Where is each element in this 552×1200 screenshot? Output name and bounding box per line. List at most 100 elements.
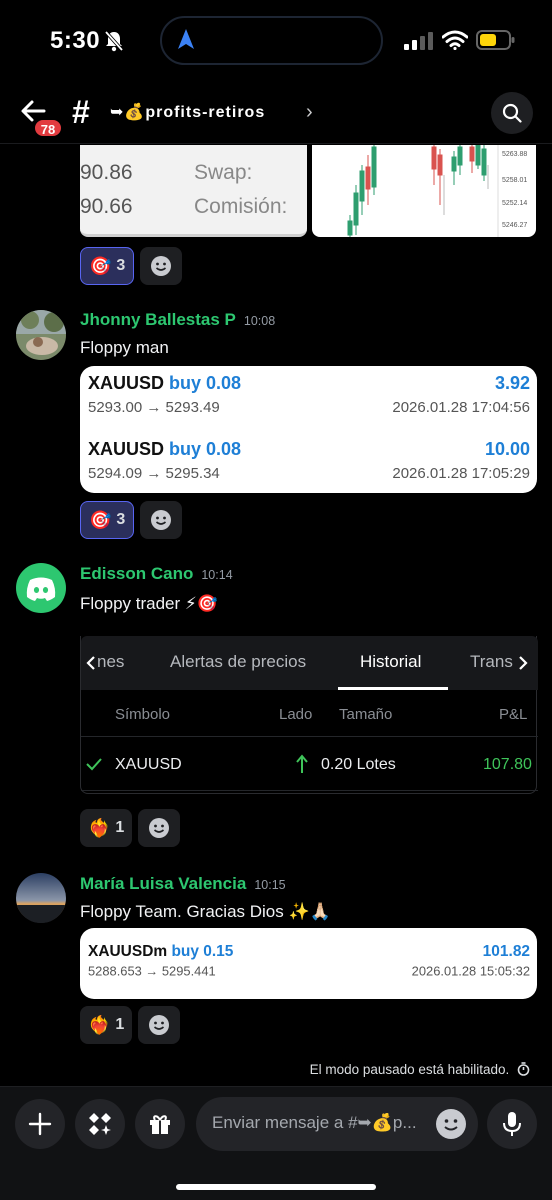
trade-pnl: 10.00 (484, 439, 530, 459)
row-symbol: XAUUSD (115, 756, 182, 773)
symbol-label: XAUUSD (88, 373, 165, 393)
tab-history: Historial (360, 652, 422, 671)
add-reaction-button[interactable] (140, 501, 183, 539)
attachment-value: 90.66 (80, 195, 133, 218)
arrow-up-icon (296, 754, 308, 773)
target-emoji-icon: 🎯 (89, 256, 112, 276)
column-pnl: P&L (499, 706, 528, 723)
add-reaction-button[interactable] (138, 809, 181, 847)
divider (81, 736, 538, 737)
microphone-icon (503, 1112, 521, 1136)
add-reaction-button[interactable] (138, 1006, 181, 1044)
reaction-count: 1 (115, 819, 125, 836)
trade-pnl: 101.82 (482, 942, 531, 960)
trade-prices: 5293.00 → 5293.49 (88, 399, 220, 416)
search-icon (502, 103, 522, 123)
chart-tick-label: 5252.14 (502, 200, 528, 207)
add-attachment-button[interactable] (15, 1099, 65, 1149)
symbol-label: XAUUSDm (88, 942, 168, 960)
trade-card-image[interactable]: XAUUSD buy 0.08 3.92 5293.00 → 5293.49 2… (80, 366, 537, 493)
channel-hash-icon: # (72, 94, 90, 130)
apps-button[interactable] (75, 1099, 125, 1149)
attachment-key: Swap: (194, 161, 253, 184)
tab-price-alerts: Alertas de precios (170, 652, 307, 671)
avatar-photo (16, 310, 66, 360)
emoji-button[interactable] (436, 1109, 466, 1139)
message-list[interactable]: 90.86 Swap: 90.66 Comisión: 5263.88 5258… (0, 145, 552, 1085)
symbol-label: XAUUSD (88, 439, 165, 459)
unread-badge: 78 (33, 118, 63, 138)
column-symbol: Símbolo (115, 706, 171, 723)
smiley-icon (151, 256, 172, 276)
heart-on-fire-emoji-icon: ❤️‍🔥 (88, 818, 111, 838)
wifi-icon (442, 30, 468, 50)
trade-datetime: 2026.01.28 17:04:56 (392, 399, 530, 416)
trade-symbol: XAUUSDm buy 0.15 (88, 942, 233, 960)
author-name[interactable]: Jhonny Ballestas P 10:08 (80, 310, 275, 330)
author-name[interactable]: Edisson Cano 10:14 (80, 564, 233, 584)
image-attachment[interactable]: 90.86 Swap: 90.66 Comisión: (80, 145, 307, 237)
reaction-count: 3 (116, 257, 126, 274)
status-time: 5:30 (50, 27, 101, 54)
avatar[interactable] (16, 563, 66, 613)
location-arrow-icon (178, 29, 194, 49)
message-text: Floppy trader ⚡🎯 (80, 594, 218, 613)
reactions-row: ❤️‍🔥 1 (80, 1006, 181, 1044)
search-button[interactable] (491, 92, 533, 134)
attachment-key: Comisión: (194, 195, 288, 218)
gift-icon (150, 1115, 170, 1134)
reaction-target[interactable]: 🎯 3 (80, 247, 135, 285)
message-timestamp: 10:15 (254, 878, 286, 892)
row-size: 0.20 Lotes (321, 756, 396, 773)
timer-icon (517, 1062, 530, 1076)
trade-card-image[interactable]: XAUUSDm buy 0.15 101.82 5288.653 → 5295.… (80, 928, 537, 999)
trade-side: buy 0.08 (169, 373, 242, 393)
trade-history-image[interactable]: nes Alertas de precios Historial Trans S… (80, 636, 538, 794)
attachment-value: 90.86 (80, 161, 133, 184)
target-emoji-icon: 🎯 (89, 510, 112, 530)
avatar[interactable] (16, 873, 66, 923)
reaction-heart-fire[interactable]: ❤️‍🔥 1 (80, 1006, 133, 1044)
trade-datetime: 2026.01.28 15:05:32 (411, 964, 531, 979)
smiley-icon (444, 1119, 458, 1131)
row-pnl: 107.80 (483, 756, 532, 773)
reaction-heart-fire[interactable]: ❤️‍🔥 1 (80, 809, 133, 847)
heart-on-fire-emoji-icon: ❤️‍🔥 (88, 1015, 111, 1035)
discord-logo-icon (26, 577, 56, 601)
status-bar: 5:30 (0, 0, 552, 84)
channel-name[interactable]: ➥💰profits-retiros (110, 102, 265, 122)
chart-tick-label: 5258.01 (502, 177, 528, 184)
author-name[interactable]: María Luisa Valencia 10:15 (80, 874, 286, 894)
slowmode-notice: El modo pausado está habilitado. (0, 1062, 552, 1077)
message-input-placeholder: Enviar mensaje a #➥💰p... (212, 1113, 417, 1132)
message-text: Floppy Team. Gracias Dios ✨🙏🏻 (80, 902, 331, 921)
column-side: Lado (279, 706, 313, 723)
avatar-photo (16, 873, 66, 923)
battery-icon (476, 30, 515, 50)
divider (81, 790, 538, 791)
reaction-target[interactable]: 🎯 3 (80, 501, 135, 539)
gift-button[interactable] (135, 1099, 185, 1149)
trade-prices: 5288.653 → 5295.441 (88, 964, 216, 979)
trade-prices: 5294.09 → 5295.34 (88, 465, 220, 482)
apps-icon (89, 1113, 111, 1135)
home-indicator (176, 1184, 376, 1190)
smiley-icon (151, 510, 172, 530)
voice-message-button[interactable] (487, 1099, 537, 1149)
plus-icon (28, 1112, 52, 1136)
message-text: Floppy man (80, 338, 169, 357)
chart-tick-label: 5263.88 (502, 151, 528, 158)
bell-off-icon (104, 30, 124, 52)
checkmark-icon (86, 758, 102, 771)
smiley-icon (149, 818, 170, 838)
message-timestamp: 10:08 (243, 314, 276, 328)
trade-symbol: XAUUSD buy 0.08 (88, 439, 241, 460)
chart-image-attachment[interactable]: 5263.88 5258.01 5252.14 5246.27 (312, 145, 536, 237)
trade-side: buy 0.15 (171, 942, 234, 960)
reaction-count: 1 (115, 1016, 125, 1033)
avatar[interactable] (16, 310, 66, 360)
add-reaction-button[interactable] (140, 247, 183, 285)
chevron-right-icon[interactable]: › (306, 101, 313, 124)
active-tab-indicator (338, 687, 448, 690)
message-input[interactable]: Enviar mensaje a #➥💰p... (196, 1097, 478, 1151)
